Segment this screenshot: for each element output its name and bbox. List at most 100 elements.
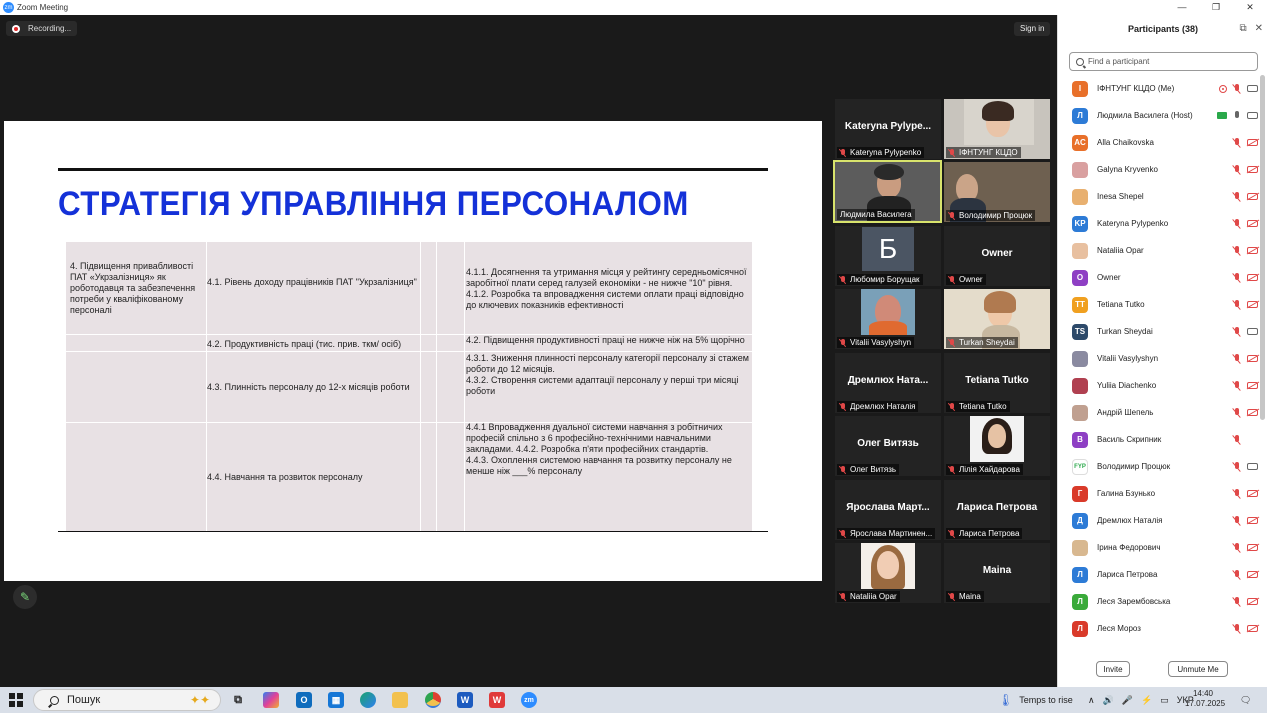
- zoom-taskbar-icon[interactable]: zm: [521, 692, 537, 708]
- participant-row[interactable]: Андрій Шепель: [1058, 399, 1258, 426]
- video-tile[interactable]: Лариса Петрова Лариса Петрова: [944, 480, 1050, 540]
- participant-row[interactable]: Vitalii Vasylyshyn: [1058, 345, 1258, 372]
- participant-row[interactable]: AC Alla Chaikovska: [1058, 129, 1258, 156]
- video-tile-active-speaker[interactable]: Людмила Василега: [833, 160, 942, 223]
- wps-icon[interactable]: W: [489, 692, 505, 708]
- participant-row[interactable]: Г Галина Бзунько: [1058, 480, 1258, 507]
- camera-off-icon[interactable]: [1247, 193, 1258, 200]
- mic-muted-icon[interactable]: [1233, 245, 1241, 256]
- taskbar-clock[interactable]: 14:40 17.07.2025: [1185, 689, 1225, 709]
- camera-off-icon[interactable]: [1247, 598, 1258, 605]
- volume-icon[interactable]: 🔊: [1103, 695, 1114, 706]
- video-tile[interactable]: Ярослава Март... Ярослава Мартинен...: [835, 480, 941, 540]
- outlook-icon[interactable]: O: [296, 692, 312, 708]
- mic-muted-icon[interactable]: [1233, 434, 1241, 445]
- participant-row[interactable]: В Василь Скрипник: [1058, 426, 1258, 453]
- participant-row[interactable]: Д Дремлюх Наталія: [1058, 507, 1258, 534]
- participant-row[interactable]: Yuliia Diachenko: [1058, 372, 1258, 399]
- network-icon[interactable]: ⚡: [1141, 695, 1152, 706]
- popout-icon[interactable]: ⧉: [1239, 23, 1246, 34]
- mic-muted-icon[interactable]: [1233, 461, 1241, 472]
- video-tile[interactable]: Kateryna Pylype... Kateryna Pylypenko: [835, 99, 941, 159]
- mic-muted-icon[interactable]: [1233, 542, 1241, 553]
- participant-search-input[interactable]: [1088, 57, 1248, 66]
- invite-button[interactable]: Invite: [1096, 661, 1130, 677]
- camera-on-icon[interactable]: [1247, 112, 1258, 119]
- mic-muted-icon[interactable]: [1233, 569, 1241, 580]
- chevron-up-icon[interactable]: ∧: [1088, 695, 1095, 706]
- camera-on-icon[interactable]: [1247, 463, 1258, 470]
- windows-start-icon[interactable]: [9, 693, 23, 707]
- sign-in-button[interactable]: Sign in: [1014, 22, 1051, 36]
- video-tile[interactable]: Vitalii Vasylyshyn: [835, 289, 941, 349]
- video-tile[interactable]: Nataliia Opar: [835, 543, 941, 603]
- mic-muted-icon[interactable]: [1233, 380, 1241, 391]
- participant-row[interactable]: Л Лариса Петрова: [1058, 561, 1258, 588]
- participant-row[interactable]: Inesa Shepel: [1058, 183, 1258, 210]
- close-icon[interactable]: ✕: [1233, 0, 1267, 15]
- video-tile[interactable]: Maina Maina: [944, 543, 1050, 603]
- mic-muted-icon[interactable]: [1233, 83, 1241, 94]
- video-tile[interactable]: Owner Owner: [944, 226, 1050, 286]
- video-tile[interactable]: Б Любомир Борущак: [835, 226, 941, 286]
- camera-off-icon[interactable]: [1247, 274, 1258, 281]
- camera-on-icon[interactable]: [1247, 85, 1258, 92]
- mic-muted-icon[interactable]: [1233, 407, 1241, 418]
- camera-off-icon[interactable]: [1247, 247, 1258, 254]
- mic-muted-icon[interactable]: [1233, 218, 1241, 229]
- participant-row[interactable]: TT Tetiana Tutko: [1058, 291, 1258, 318]
- mic-muted-icon[interactable]: [1233, 353, 1241, 364]
- camera-off-icon[interactable]: [1247, 409, 1258, 416]
- participant-row[interactable]: Ірина Федорович: [1058, 534, 1258, 561]
- mic-muted-icon[interactable]: [1233, 191, 1241, 202]
- video-tile[interactable]: ІФНТУНГ КЦДО: [944, 99, 1050, 159]
- mic-muted-icon[interactable]: [1233, 623, 1241, 634]
- edge-icon[interactable]: [360, 692, 376, 708]
- notification-icon[interactable]: 🗨: [1240, 687, 1251, 713]
- taskbar-search[interactable]: Пошук ✦✦: [33, 689, 221, 711]
- participant-row[interactable]: І ІФНТУНГ КЦДО (Me): [1058, 75, 1258, 102]
- video-tile[interactable]: Tetiana Tutko Tetiana Tutko: [944, 353, 1050, 413]
- mic-muted-icon[interactable]: [1233, 488, 1241, 499]
- video-tile[interactable]: Володимир Процюк: [944, 162, 1050, 222]
- unmute-me-button[interactable]: Unmute Me: [1168, 661, 1228, 677]
- mic-muted-icon[interactable]: [1233, 137, 1241, 148]
- weather-widget[interactable]: 🌡 Temps to rise: [998, 687, 1073, 713]
- camera-off-icon[interactable]: [1247, 382, 1258, 389]
- mic-on-icon[interactable]: [1233, 110, 1241, 121]
- participant-row[interactable]: Л Людмила Василега (Host): [1058, 102, 1258, 129]
- camera-off-icon[interactable]: [1247, 625, 1258, 632]
- camera-off-icon[interactable]: [1247, 166, 1258, 173]
- display-icon[interactable]: ▭: [1160, 695, 1169, 706]
- camera-off-icon[interactable]: [1247, 355, 1258, 362]
- participant-row[interactable]: Nataliia Opar: [1058, 237, 1258, 264]
- participant-row[interactable]: FYP Володимир Процюк: [1058, 453, 1258, 480]
- video-tile[interactable]: Turkan Sheydai: [944, 289, 1050, 349]
- video-tile[interactable]: Лілія Хайдарова: [944, 416, 1050, 476]
- participant-row[interactable]: TS Turkan Sheydai: [1058, 318, 1258, 345]
- video-tile[interactable]: Дремлюх Ната... Дремлюх Наталія: [835, 353, 941, 413]
- task-view-icon[interactable]: ⧉: [230, 692, 246, 708]
- mic-muted-icon[interactable]: [1233, 299, 1241, 310]
- camera-off-icon[interactable]: [1247, 490, 1258, 497]
- camera-on-icon[interactable]: [1247, 328, 1258, 335]
- video-tile[interactable]: Олег Витязь Олег Витязь: [835, 416, 941, 476]
- mic-muted-icon[interactable]: [1233, 272, 1241, 283]
- mic-muted-icon[interactable]: [1233, 515, 1241, 526]
- participant-list-scrollbar[interactable]: [1260, 75, 1265, 420]
- close-panel-icon[interactable]: ✕: [1255, 23, 1263, 34]
- mic-muted-icon[interactable]: [1233, 596, 1241, 607]
- participant-row[interactable]: Galyna Kryvenko: [1058, 156, 1258, 183]
- word-icon[interactable]: W: [457, 692, 473, 708]
- file-explorer-icon[interactable]: [392, 692, 408, 708]
- participant-row[interactable]: Л Леся Мороз: [1058, 615, 1258, 642]
- mic-muted-icon[interactable]: [1233, 326, 1241, 337]
- mic-muted-icon[interactable]: [1233, 164, 1241, 175]
- restore-icon[interactable]: ❐: [1199, 0, 1233, 15]
- participant-row[interactable]: O Owner: [1058, 264, 1258, 291]
- camera-off-icon[interactable]: [1247, 571, 1258, 578]
- minimize-icon[interactable]: —: [1165, 0, 1199, 15]
- participant-search[interactable]: [1069, 52, 1258, 71]
- camera-off-icon[interactable]: [1247, 517, 1258, 524]
- participant-row[interactable]: Л Леся Зарембовська: [1058, 588, 1258, 615]
